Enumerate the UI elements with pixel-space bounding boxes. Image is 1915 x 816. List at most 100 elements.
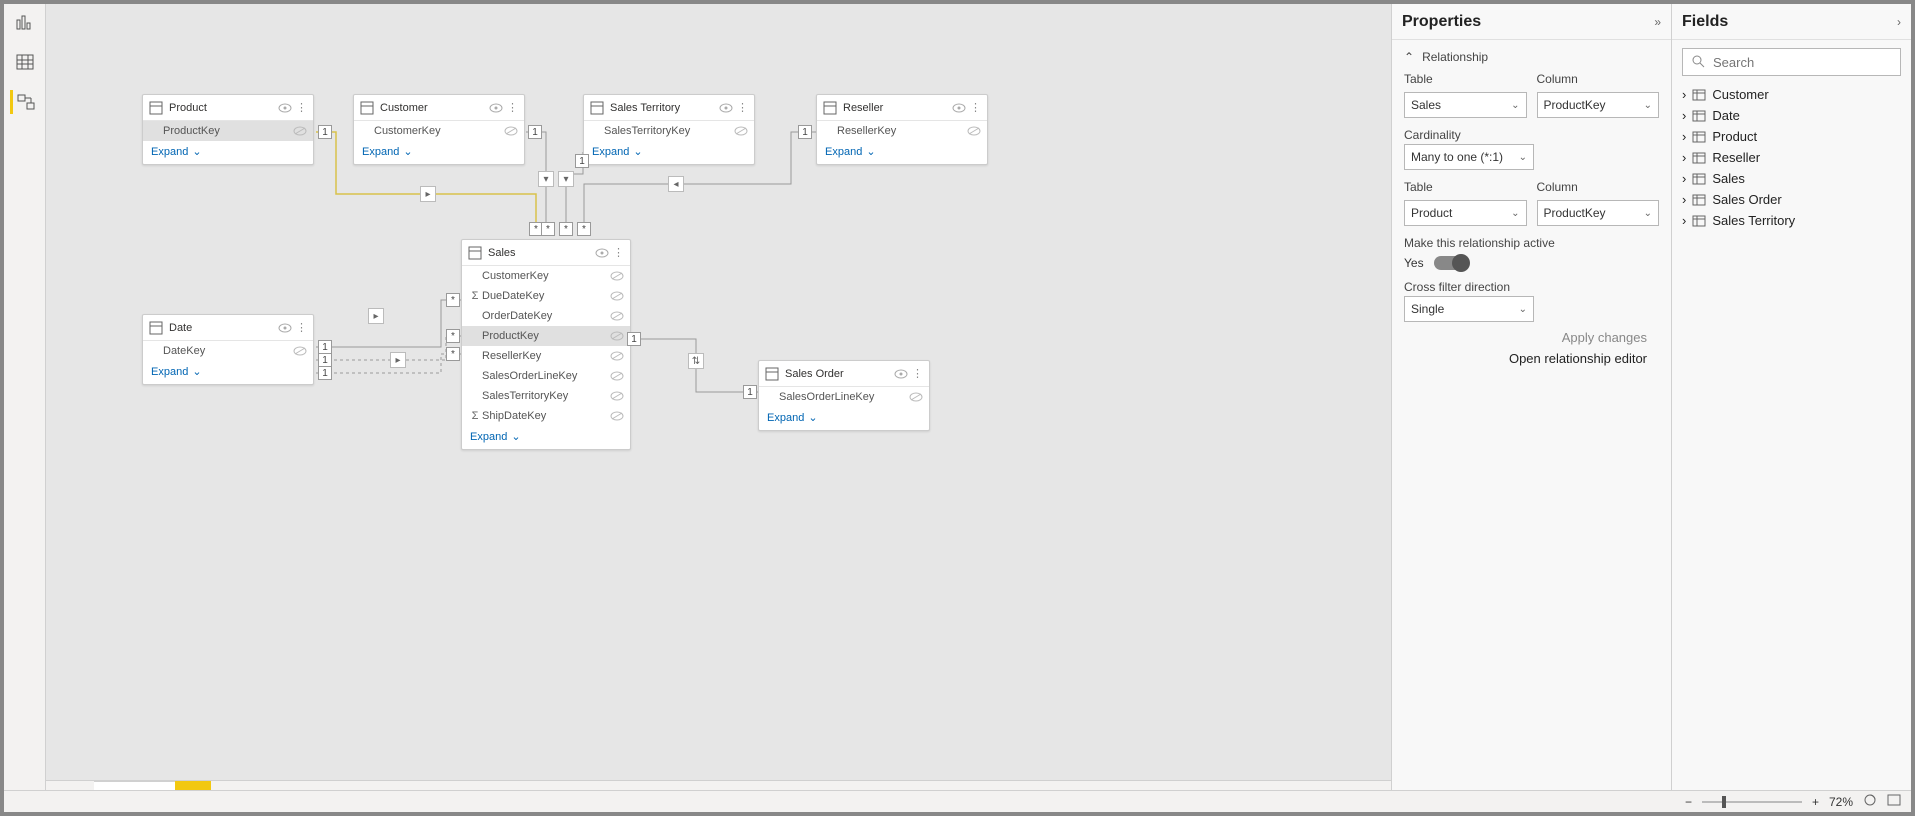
chevron-down-icon: ⌄ <box>808 411 817 424</box>
crossfilter-select[interactable]: Single⌄ <box>1404 296 1534 322</box>
column-row[interactable]: ResellerKey <box>817 121 987 141</box>
section-toggle-relationship[interactable]: ⌃ Relationship <box>1404 50 1659 64</box>
visibility-icon[interactable] <box>489 103 503 113</box>
column-row[interactable]: ProductKey <box>462 326 630 346</box>
more-options-icon[interactable]: ⋮ <box>737 101 748 114</box>
hidden-icon[interactable] <box>293 126 307 136</box>
table-card-product[interactable]: Product ⋮ ProductKey Expand⌄ <box>142 94 314 165</box>
hidden-icon[interactable] <box>967 126 981 136</box>
column-row[interactable]: OrderDateKey <box>462 306 630 326</box>
expand-button[interactable]: Expand⌄ <box>759 407 929 430</box>
fields-table-item[interactable]: ›Sales Territory <box>1682 210 1901 231</box>
column-row[interactable]: ProductKey <box>143 121 313 141</box>
more-options-icon[interactable]: ⋮ <box>970 101 981 114</box>
hidden-icon[interactable] <box>610 411 624 421</box>
column1-select[interactable]: ProductKey⌄ <box>1537 92 1660 118</box>
expand-button[interactable]: Expand⌄ <box>462 426 630 449</box>
table-card-reseller[interactable]: Reseller ⋮ ResellerKey Expand⌄ <box>816 94 988 165</box>
table2-select[interactable]: Product⌄ <box>1404 200 1527 226</box>
column-label: Column <box>1537 72 1660 86</box>
column-row[interactable]: CustomerKey <box>462 266 630 286</box>
table1-select[interactable]: Sales⌄ <box>1404 92 1527 118</box>
column-row[interactable]: SalesTerritoryKey <box>462 386 630 406</box>
visibility-icon[interactable] <box>278 323 292 333</box>
cardinality-select[interactable]: Many to one (*:1)⌄ <box>1404 144 1534 170</box>
table-card-customer[interactable]: Customer ⋮ CustomerKey Expand⌄ <box>353 94 525 165</box>
column-row[interactable]: ResellerKey <box>462 346 630 366</box>
fields-table-item[interactable]: ›Product <box>1682 126 1901 147</box>
hidden-icon[interactable] <box>610 311 624 321</box>
chevron-right-icon: › <box>1682 129 1686 144</box>
more-options-icon[interactable]: ⋮ <box>296 101 307 114</box>
cardinality-one: 1 <box>743 385 757 399</box>
bar-chart-icon <box>16 14 34 30</box>
column2-select[interactable]: ProductKey⌄ <box>1537 200 1660 226</box>
column-row[interactable]: SalesTerritoryKey <box>584 121 754 141</box>
fields-table-item[interactable]: ›Date <box>1682 105 1901 126</box>
hidden-icon[interactable] <box>610 391 624 401</box>
visibility-icon[interactable] <box>719 103 733 113</box>
column-row[interactable]: SalesOrderLineKey <box>759 387 929 407</box>
fields-table-item[interactable]: ›Sales <box>1682 168 1901 189</box>
hidden-icon[interactable] <box>610 331 624 341</box>
column-row[interactable]: DateKey <box>143 341 313 361</box>
hidden-icon[interactable] <box>610 371 624 381</box>
visibility-icon[interactable] <box>595 248 609 258</box>
expand-button[interactable]: Expand⌄ <box>143 361 313 384</box>
fields-table-item[interactable]: ›Customer <box>1682 84 1901 105</box>
table-icon <box>590 101 604 115</box>
column-row[interactable]: SalesOrderLineKey <box>462 366 630 386</box>
hidden-icon[interactable] <box>504 126 518 136</box>
expand-button[interactable]: Expand⌄ <box>584 141 754 164</box>
expand-button[interactable]: Expand⌄ <box>354 141 524 164</box>
zoom-in-button[interactable]: + <box>1812 795 1819 809</box>
model-canvas[interactable]: 1 1 1 1 1 1 1 1 1 * * * * * * * ▸ ▾ ▾ ◂ … <box>46 4 1391 780</box>
data-view-button[interactable] <box>10 50 40 74</box>
active-toggle[interactable] <box>1434 256 1468 270</box>
more-options-icon[interactable]: ⋮ <box>912 367 923 380</box>
hidden-icon[interactable] <box>610 351 624 361</box>
collapse-pane-icon[interactable]: » <box>1654 15 1661 29</box>
hidden-icon[interactable] <box>909 392 923 402</box>
sigma-icon: Σ <box>468 290 482 302</box>
open-editor-link[interactable]: Open relationship editor <box>1416 351 1647 366</box>
table-card-sales[interactable]: Sales ⋮ CustomerKey ΣDueDateKey OrderDat… <box>461 239 631 450</box>
more-options-icon[interactable]: ⋮ <box>613 246 624 259</box>
column-row[interactable]: ΣShipDateKey <box>462 406 630 426</box>
fields-table-item[interactable]: ›Sales Order <box>1682 189 1901 210</box>
table-icon <box>1692 173 1706 185</box>
cardinality-one: 1 <box>318 340 332 354</box>
fields-search-input[interactable] <box>1711 54 1892 71</box>
hidden-icon[interactable] <box>610 291 624 301</box>
collapse-pane-icon[interactable]: › <box>1897 15 1901 29</box>
fullscreen-button[interactable] <box>1887 794 1901 809</box>
hidden-icon[interactable] <box>610 271 624 281</box>
chevron-down-icon: ⌄ <box>192 145 201 158</box>
visibility-icon[interactable] <box>952 103 966 113</box>
column-row[interactable]: CustomerKey <box>354 121 524 141</box>
more-options-icon[interactable]: ⋮ <box>507 101 518 114</box>
model-view-button[interactable] <box>10 90 40 114</box>
zoom-slider[interactable] <box>1702 801 1802 803</box>
hidden-icon[interactable] <box>293 346 307 356</box>
table-icon <box>1692 131 1706 143</box>
fields-search-box[interactable] <box>1682 48 1901 76</box>
table-card-date[interactable]: Date ⋮ DateKey Expand⌄ <box>142 314 314 385</box>
report-view-button[interactable] <box>10 10 40 34</box>
table-card-sales-territory[interactable]: Sales Territory ⋮ SalesTerritoryKey Expa… <box>583 94 755 165</box>
visibility-icon[interactable] <box>894 369 908 379</box>
zoom-out-button[interactable]: − <box>1685 795 1692 809</box>
expand-button[interactable]: Expand⌄ <box>817 141 987 164</box>
hidden-icon[interactable] <box>734 126 748 136</box>
fields-table-item[interactable]: ›Reseller <box>1682 147 1901 168</box>
cardinality-one: 1 <box>318 366 332 380</box>
column-row[interactable]: ΣDueDateKey <box>462 286 630 306</box>
table-card-sales-order[interactable]: Sales Order ⋮ SalesOrderLineKey Expand⌄ <box>758 360 930 431</box>
fit-to-page-button[interactable] <box>1863 793 1877 810</box>
apply-changes-link[interactable]: Apply changes <box>1416 330 1647 345</box>
visibility-icon[interactable] <box>278 103 292 113</box>
more-options-icon[interactable]: ⋮ <box>296 321 307 334</box>
table-icon <box>1692 215 1706 227</box>
table-title: Sales Territory <box>610 102 715 114</box>
expand-button[interactable]: Expand⌄ <box>143 141 313 164</box>
